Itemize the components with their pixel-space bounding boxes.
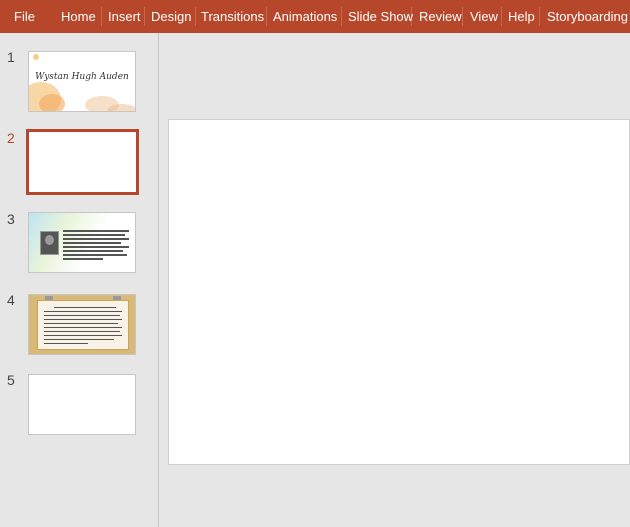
ribbon-tabs-bar: File Home Insert Design Transitions Anim…: [0, 0, 630, 33]
slide-number: 3: [7, 211, 15, 227]
tab-review[interactable]: Review: [419, 0, 462, 33]
slide-number: 1: [7, 49, 15, 65]
tab-separator: [101, 7, 102, 26]
text-line: [44, 343, 88, 344]
text-line: [44, 319, 122, 320]
paper-note: [37, 300, 129, 350]
text-line: [44, 315, 120, 316]
text-line: [63, 258, 103, 260]
slide-thumbnail-1[interactable]: Wystan Hugh Auden: [28, 51, 136, 112]
tab-separator: [411, 7, 412, 26]
tab-storyboarding[interactable]: Storyboarding: [547, 0, 628, 33]
text-line: [63, 250, 123, 252]
tab-transitions[interactable]: Transitions: [201, 0, 264, 33]
tab-separator: [462, 7, 463, 26]
text-line: [63, 234, 125, 236]
tab-separator: [144, 7, 145, 26]
text-line: [44, 327, 122, 328]
text-line: [63, 242, 121, 244]
text-line: [44, 339, 114, 340]
tab-separator: [341, 7, 342, 26]
text-line: [54, 307, 116, 308]
tab-home[interactable]: Home: [61, 0, 96, 33]
tab-slide-show[interactable]: Slide Show: [348, 0, 413, 33]
tab-view[interactable]: View: [470, 0, 498, 33]
slide-number: 2: [7, 130, 15, 146]
slide-thumbnail-2[interactable]: [26, 129, 139, 195]
decorative-leaf: [33, 54, 39, 60]
slide-number: 4: [7, 292, 15, 308]
tab-animations[interactable]: Animations: [273, 0, 337, 33]
tab-help[interactable]: Help: [508, 0, 535, 33]
slide-thumbnail-3[interactable]: [28, 212, 136, 273]
decorative-leaf: [39, 94, 65, 111]
tab-separator: [539, 7, 540, 26]
text-line: [44, 331, 120, 332]
slide-thumbnail-4[interactable]: [28, 294, 136, 355]
decorative-leaf: [107, 104, 135, 111]
portrait-image: [40, 231, 59, 255]
pane-divider[interactable]: [158, 33, 159, 527]
tab-separator: [266, 7, 267, 26]
text-line: [44, 323, 118, 324]
tab-insert[interactable]: Insert: [108, 0, 141, 33]
slide-title-text: Wystan Hugh Auden: [35, 72, 129, 82]
text-line: [63, 238, 129, 240]
tab-separator: [501, 7, 502, 26]
text-line: [63, 246, 129, 248]
tab-design[interactable]: Design: [151, 0, 191, 33]
text-line: [63, 230, 129, 232]
text-line: [63, 254, 127, 256]
tab-file[interactable]: File: [14, 0, 35, 33]
slide-editing-canvas[interactable]: [168, 119, 630, 465]
slide-number: 5: [7, 372, 15, 388]
text-line: [44, 335, 122, 336]
tab-separator: [195, 7, 196, 26]
slide-thumbnail-5[interactable]: [28, 374, 136, 435]
text-line: [44, 311, 122, 312]
